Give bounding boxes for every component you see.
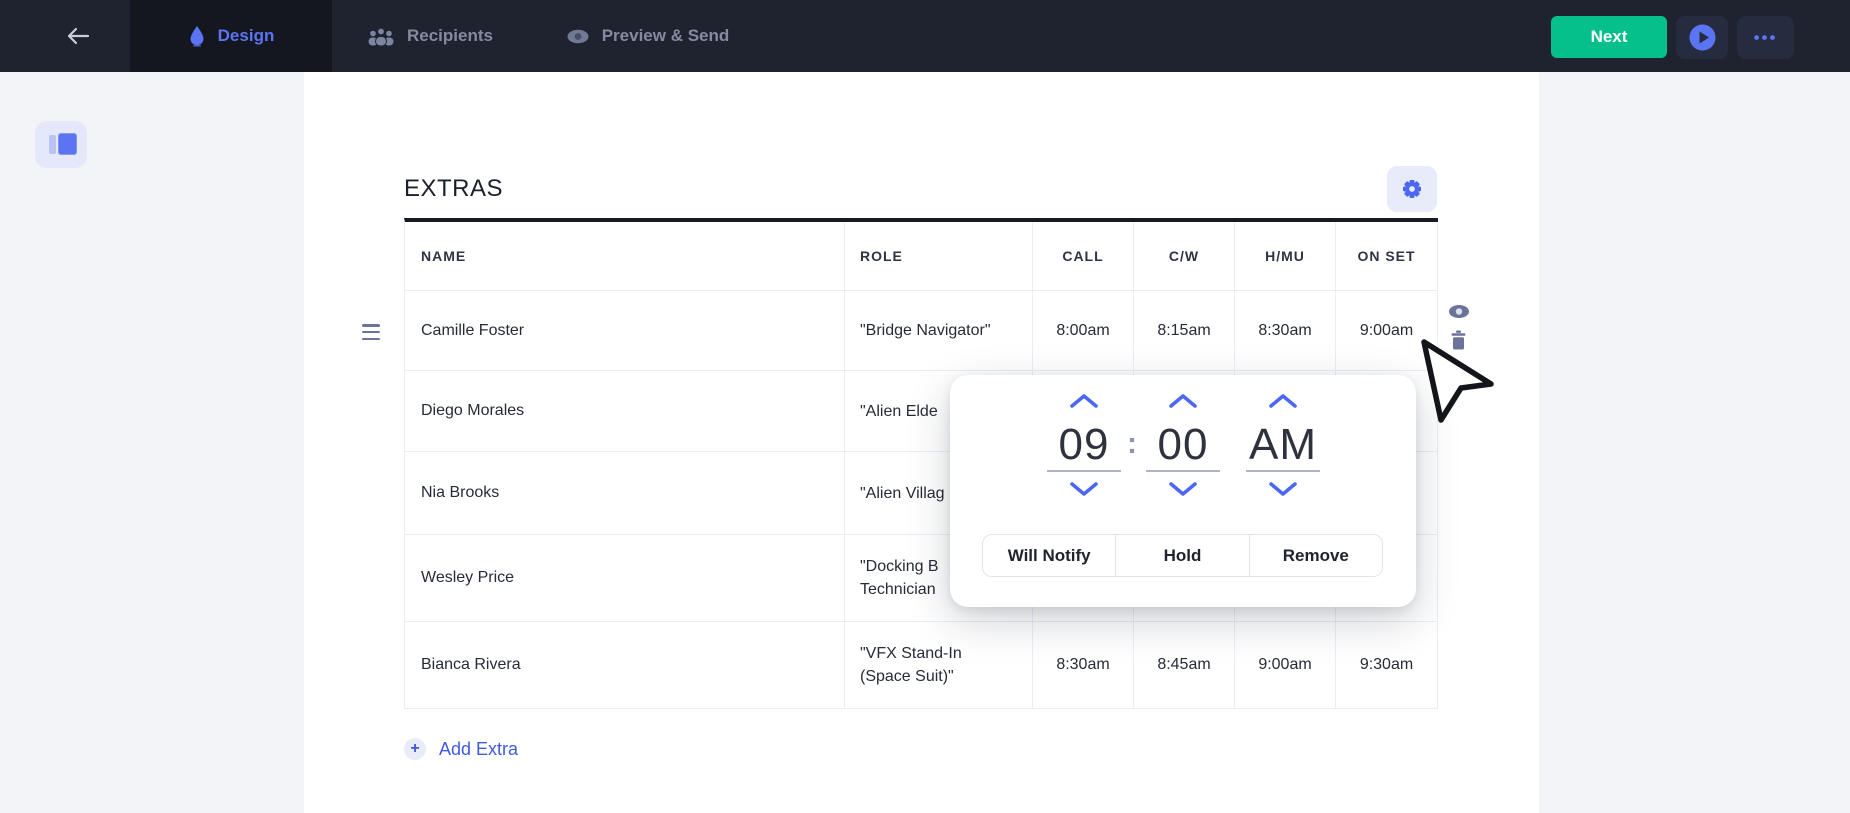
layout-square-icon bbox=[59, 134, 76, 154]
meridiem-underline bbox=[1246, 470, 1320, 472]
back-button[interactable] bbox=[58, 20, 98, 52]
will-notify-button[interactable]: Will Notify bbox=[983, 535, 1115, 576]
cell-onset[interactable]: 9:00am bbox=[1336, 291, 1438, 371]
layout-bar-icon bbox=[49, 135, 56, 154]
cell-cw[interactable]: 8:15am bbox=[1134, 291, 1235, 371]
meridiem-value[interactable]: AM bbox=[1241, 419, 1325, 471]
cell-name[interactable]: Wesley Price bbox=[405, 535, 845, 622]
more-options-button[interactable]: ••• bbox=[1737, 16, 1794, 59]
call-sheet-builder: Design Recipients Preview & Send Next bbox=[0, 0, 1850, 813]
minute-value[interactable]: 00 bbox=[1141, 419, 1225, 471]
eye-icon bbox=[566, 28, 590, 45]
row-delete-button[interactable] bbox=[1450, 330, 1467, 355]
hour-increment-chevron-up-icon[interactable] bbox=[1069, 393, 1099, 409]
people-group-icon bbox=[367, 27, 395, 46]
row-visibility-button[interactable] bbox=[1447, 303, 1471, 325]
top-navigation-bar: Design Recipients Preview & Send Next bbox=[0, 0, 1850, 72]
cell-name[interactable]: Nia Brooks bbox=[405, 452, 845, 535]
back-arrow-icon bbox=[65, 25, 91, 47]
plus-icon: + bbox=[404, 738, 426, 760]
cell-name[interactable]: Bianca Rivera bbox=[405, 622, 845, 709]
tab-preview-send[interactable]: Preview & Send bbox=[540, 0, 755, 72]
meridiem-chevron-up-icon[interactable] bbox=[1268, 393, 1298, 409]
cell-hmu[interactable]: 9:00am bbox=[1235, 622, 1336, 709]
ellipsis-icon: ••• bbox=[1754, 28, 1778, 48]
cell-name[interactable]: Camille Foster bbox=[405, 291, 845, 371]
cell-hmu[interactable]: 8:30am bbox=[1235, 291, 1336, 371]
cell-role[interactable]: "VFX Stand-In (Space Suit)" bbox=[845, 622, 1033, 709]
remove-button[interactable]: Remove bbox=[1249, 535, 1382, 576]
col-header-cw: C/W bbox=[1134, 222, 1235, 291]
tab-design[interactable]: Design bbox=[130, 0, 332, 72]
section-title: EXTRAS bbox=[404, 175, 503, 203]
play-icon bbox=[1689, 24, 1716, 51]
col-header-role: ROLE bbox=[845, 222, 1033, 291]
minute-underline bbox=[1146, 470, 1220, 472]
next-button[interactable]: Next bbox=[1551, 16, 1667, 58]
hour-underline bbox=[1047, 470, 1121, 472]
time-status-actions: Will Notify Hold Remove bbox=[982, 534, 1383, 577]
minute-decrement-chevron-down-icon[interactable] bbox=[1168, 481, 1198, 497]
hour-value[interactable]: 09 bbox=[1042, 419, 1126, 471]
gear-icon bbox=[1400, 177, 1424, 201]
tab-recipients[interactable]: Recipients bbox=[340, 0, 520, 72]
col-header-hmu: H/MU bbox=[1235, 222, 1336, 291]
cell-name[interactable]: Diego Morales bbox=[405, 371, 845, 452]
add-extra-button[interactable]: + Add Extra bbox=[404, 738, 518, 760]
play-button[interactable] bbox=[1676, 16, 1728, 59]
cell-cw[interactable]: 8:45am bbox=[1134, 622, 1235, 709]
ink-drop-icon bbox=[188, 25, 206, 47]
cell-role[interactable]: "Bridge Navigator" bbox=[845, 291, 1033, 371]
time-picker-popup: 09 : 00 AM bbox=[950, 375, 1416, 607]
add-extra-label: Add Extra bbox=[439, 739, 518, 760]
eye-icon bbox=[1447, 303, 1471, 320]
col-header-call: CALL bbox=[1033, 222, 1134, 291]
row-drag-handle[interactable] bbox=[362, 324, 380, 340]
minute-increment-chevron-up-icon[interactable] bbox=[1168, 393, 1198, 409]
tab-preview-send-label: Preview & Send bbox=[602, 26, 730, 46]
table-settings-button[interactable] bbox=[1387, 166, 1437, 212]
cell-call[interactable]: 8:00am bbox=[1033, 291, 1134, 371]
hour-decrement-chevron-down-icon[interactable] bbox=[1069, 481, 1099, 497]
hold-button[interactable]: Hold bbox=[1115, 535, 1248, 576]
col-header-onset: ON SET bbox=[1336, 222, 1438, 291]
tab-design-label: Design bbox=[218, 26, 275, 46]
trash-icon bbox=[1450, 330, 1467, 350]
cell-call[interactable]: 8:30am bbox=[1033, 622, 1134, 709]
tab-recipients-label: Recipients bbox=[407, 26, 493, 46]
meridiem-chevron-down-icon[interactable] bbox=[1268, 481, 1298, 497]
layout-widget-button[interactable] bbox=[35, 121, 87, 168]
col-header-name: NAME bbox=[405, 222, 845, 291]
cell-onset[interactable]: 9:30am bbox=[1336, 622, 1438, 709]
